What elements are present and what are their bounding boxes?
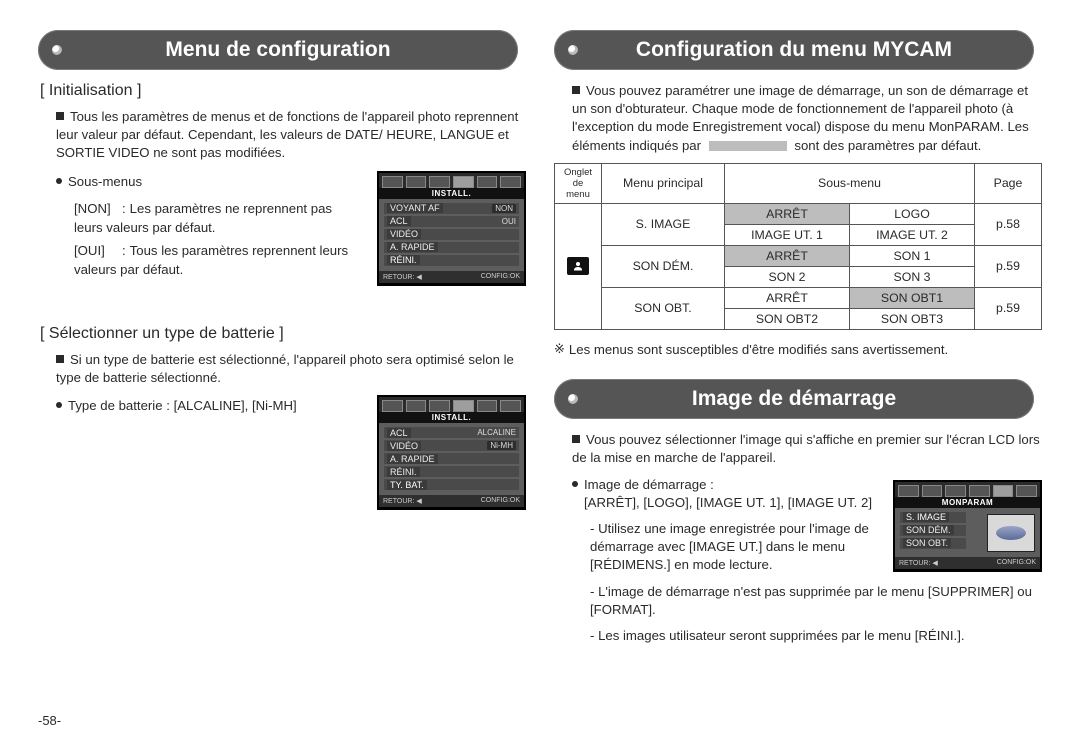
r2d: SON 3 — [850, 266, 975, 287]
r2-main: SON DÉM. — [602, 245, 725, 287]
square-bullet-icon — [56, 355, 64, 363]
th-tab: Onglet de menu — [555, 163, 602, 203]
square-bullet-icon — [572, 435, 580, 443]
section-header-startimage: Image de démarrage — [554, 379, 1034, 419]
dot-bullet-icon — [56, 402, 62, 408]
section-header-mycam: Configuration du menu MYCAM — [554, 30, 1034, 70]
start-intro: Vous pouvez sélectionner l'image qui s'a… — [572, 431, 1042, 467]
default-highlight-swatch — [709, 141, 787, 151]
r3b: SON OBT1 — [850, 287, 975, 308]
square-bullet-icon — [572, 86, 580, 94]
r1b: LOGO — [850, 203, 975, 224]
r1d: IMAGE UT. 2 — [850, 224, 975, 245]
section-header-mycam-text: Configuration du menu MYCAM — [636, 38, 952, 62]
r3d: SON OBT3 — [850, 308, 975, 329]
r2c: SON 2 — [725, 266, 850, 287]
start-b2: - L'image de démarrage n'est pas supprim… — [590, 583, 1042, 619]
r3-page: p.59 — [975, 287, 1042, 329]
th-page: Page — [975, 163, 1042, 203]
dot-bullet-icon — [572, 481, 578, 487]
dot-bullet-icon — [56, 178, 62, 184]
r3c: SON OBT2 — [725, 308, 850, 329]
start-image-preview — [987, 514, 1035, 552]
reference-mark-icon: ※ — [554, 340, 565, 358]
page-number: -58- — [38, 713, 61, 728]
r1a: ARRÊT — [725, 203, 850, 224]
init-def-non: [NON]:Les paramètres ne reprennent pas l… — [74, 199, 363, 237]
start-options: [ARRÊT], [LOGO], [IMAGE UT. 1], [IMAGE U… — [584, 494, 872, 512]
section-header-config: Menu de configuration — [38, 30, 518, 70]
init-intro: Tous les paramètres de menus et de fonct… — [56, 108, 526, 163]
r2a: ARRÊT — [725, 245, 850, 266]
lcd-install-reset: INSTALL. VOYANT AFNON ACLOUI VIDÉO A. RA… — [377, 171, 526, 285]
init-def-oui: [OUI]:Tous les paramètres reprennent leu… — [74, 241, 363, 279]
r1-page: p.58 — [975, 203, 1042, 245]
th-sub: Sous-menu — [725, 163, 975, 203]
start-b3: - Les images utilisateur seront supprimé… — [590, 627, 1042, 645]
subhead-initialisation: [ Initialisation ] — [40, 82, 526, 100]
mycam-tab-icon — [567, 257, 589, 275]
r2-page: p.59 — [975, 245, 1042, 287]
submenus-label: Sous-menus — [56, 173, 363, 191]
battery-intro: Si un type de batterie est sélectionné, … — [56, 351, 526, 387]
mycam-note: ※Les menus sont susceptibles d'être modi… — [554, 340, 1042, 359]
lcd-install-battery: INSTALL. ACLALCALINE VIDÉONi-MH A. RAPID… — [377, 395, 526, 509]
lcd-monparam: MONPARAM S. IMAGE SON DÉM. SON OBT. RETO… — [893, 480, 1042, 571]
th-main: Menu principal — [602, 163, 725, 203]
mycam-intro: Vous pouvez paramétrer une image de déma… — [572, 82, 1042, 155]
square-bullet-icon — [56, 112, 64, 120]
r3-main: SON OBT. — [602, 287, 725, 329]
mycam-menu-table: Onglet de menu Menu principal Sous-menu … — [554, 163, 1042, 330]
r1c: IMAGE UT. 1 — [725, 224, 850, 245]
battery-types: Type de batterie : [ALCALINE], [Ni-MH] — [56, 397, 363, 415]
section-header-startimage-text: Image de démarrage — [692, 387, 896, 411]
subhead-battery: [ Sélectionner un type de batterie ] — [40, 325, 526, 343]
r1-main: S. IMAGE — [602, 203, 725, 245]
r2b: SON 1 — [850, 245, 975, 266]
tab-icon-cell — [555, 203, 602, 329]
r3a: ARRÊT — [725, 287, 850, 308]
section-header-config-text: Menu de configuration — [165, 38, 390, 62]
